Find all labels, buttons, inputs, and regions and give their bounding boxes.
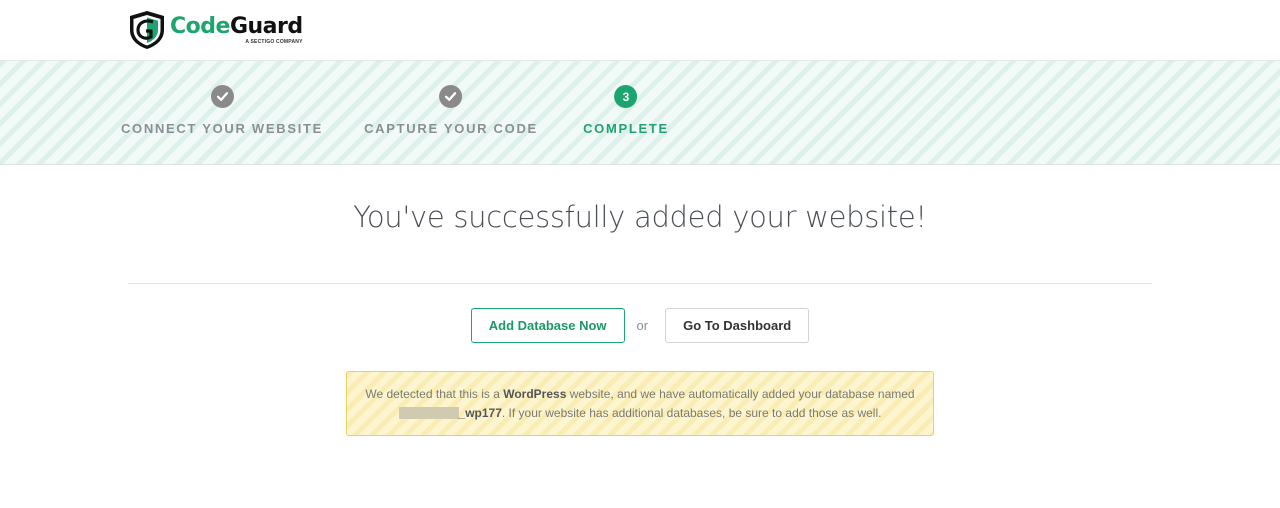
shield-logo-icon	[130, 11, 164, 49]
header: CodeGuard A SECTIGO COMPANY	[0, 0, 1280, 61]
action-buttons: Add Database Now or Go To Dashboard	[0, 308, 1280, 343]
brand-name-guard: Guard	[229, 14, 303, 39]
success-title: You've successfully added your website!	[353, 200, 927, 234]
add-database-button[interactable]: Add Database Now	[470, 308, 625, 343]
step-connect-website: CONNECT YOUR WEBSITE	[121, 85, 323, 136]
step-3-label: COMPLETE	[583, 121, 669, 136]
wordpress-detected-notice: We detected that this is a WordPress web…	[346, 371, 934, 436]
brand-name-code: Code	[170, 14, 230, 39]
notice-text-1: We detected that this is a	[365, 387, 504, 401]
redacted-db-prefix	[398, 407, 459, 419]
or-separator: or	[636, 318, 649, 333]
notice-platform: WordPress	[503, 387, 567, 401]
step-capture-code: CAPTURE YOUR CODE	[364, 85, 538, 136]
step-1-label: CONNECT YOUR WEBSITE	[120, 121, 324, 136]
step-2-check-icon	[439, 85, 463, 108]
step-3-number: 3	[614, 85, 638, 108]
codeguard-logo[interactable]: CodeGuard A SECTIGO COMPANY	[127, 10, 303, 50]
divider	[128, 283, 1152, 284]
progress-stepper: CONNECT YOUR WEBSITE CAPTURE YOUR CODE 3…	[0, 61, 1280, 165]
notice-text-2: website, and we have automatically added…	[566, 387, 915, 401]
step-1-check-icon	[210, 85, 234, 108]
step-2-label: CAPTURE YOUR CODE	[364, 121, 538, 136]
brand-name: CodeGuard	[170, 14, 303, 40]
step-complete: 3 COMPLETE	[583, 85, 669, 136]
notice-text-3: . If your website has additional databas…	[501, 406, 882, 420]
notice-db-name: _wp177	[458, 406, 502, 420]
go-to-dashboard-button[interactable]: Go To Dashboard	[665, 308, 810, 343]
